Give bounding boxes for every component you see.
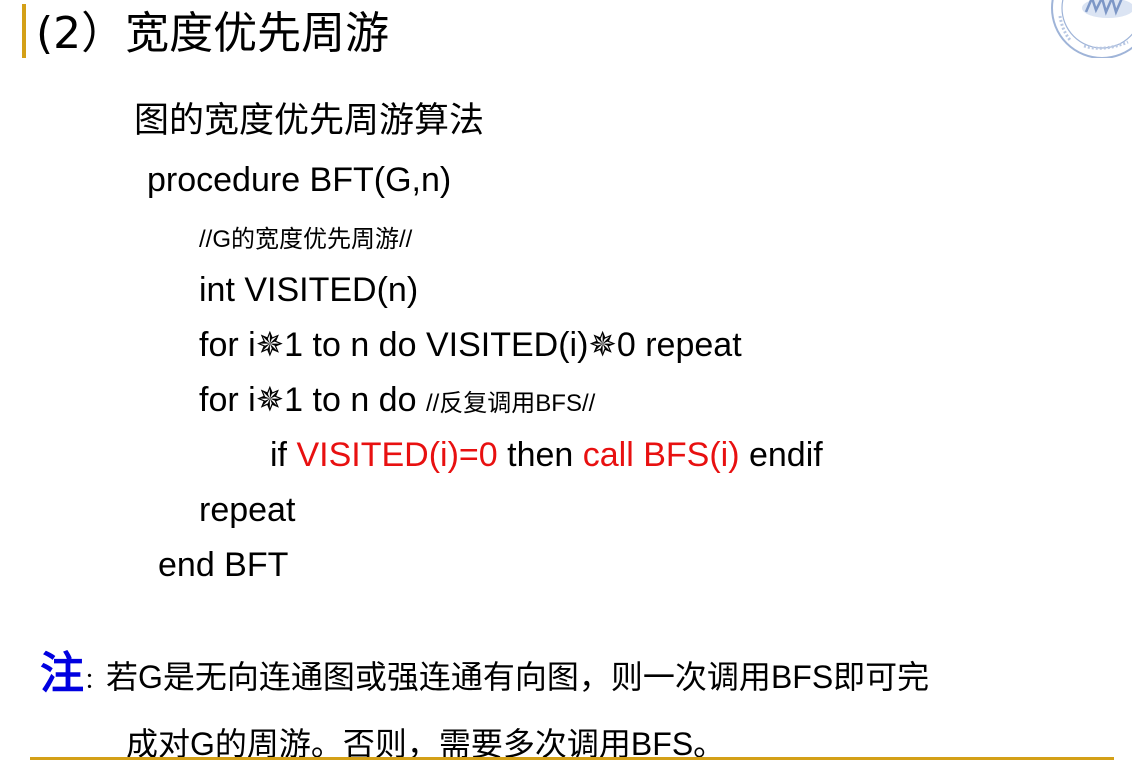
note-text: 是无向连通图或强连通有向图，则一次调用 xyxy=(162,658,771,696)
algorithm-heading: 图的宽度优先周游算法 xyxy=(134,101,485,141)
code-line-if: if VISITED(i)=0 then call BFS(i) endif xyxy=(270,433,823,477)
endif-keyword: endif xyxy=(739,436,823,474)
call-bfs: call BFS(i) xyxy=(582,436,740,474)
bottom-divider xyxy=(30,757,1114,760)
note-label: 注 xyxy=(40,648,84,699)
note-text: 即可完 xyxy=(833,658,930,696)
code-comment-line: //G的宽度优先周游// xyxy=(199,222,412,257)
for-loop-code: for i✵1 to n do xyxy=(199,381,426,419)
code-line-procedure: procedure BFT(G,n) xyxy=(147,161,452,199)
for-loop-comment-prefix: // xyxy=(425,390,440,417)
slide: (2）宽度优先周游 图的宽度优先周游算法 procedure BFT(G,n) … xyxy=(0,0,1132,765)
note-line-2: 成对G的周游。否则，需要多次调用BFS。 xyxy=(126,716,725,772)
then-keyword: then xyxy=(497,436,583,474)
code-line-int-visited: int VISITED(n) xyxy=(199,271,419,309)
code-line-end: end BFT xyxy=(158,546,289,584)
if-keyword: if xyxy=(270,436,297,474)
note-text: G xyxy=(138,659,163,695)
for-loop-comment-text: 反复调用 xyxy=(439,389,536,417)
code-line-for-init: for i✵1 to n do VISITED(i)✵0 repeat xyxy=(199,326,742,364)
note-colon: ： xyxy=(84,669,107,694)
university-logo-icon xyxy=(1051,0,1132,58)
if-condition: VISITED(i)=0 xyxy=(296,436,498,474)
note-text: BFS xyxy=(770,659,834,695)
for-loop-comment-suffix: BFS// xyxy=(535,390,596,417)
comment-prefix: //G xyxy=(199,226,232,253)
note-line-1: 注：若G是无向连通图或强连通有向图，则一次调用BFS即可完 xyxy=(40,646,929,710)
page-title: (2）宽度优先周游 xyxy=(36,8,390,59)
comment-text: 的宽度优先周游 xyxy=(231,225,400,253)
note-text: 若 xyxy=(106,658,139,696)
title-accent-bar xyxy=(22,4,26,58)
comment-suffix: // xyxy=(399,226,413,253)
code-line-repeat: repeat xyxy=(199,491,296,529)
code-line-for-loop: for i✵1 to n do //反复调用BFS// xyxy=(199,378,595,426)
